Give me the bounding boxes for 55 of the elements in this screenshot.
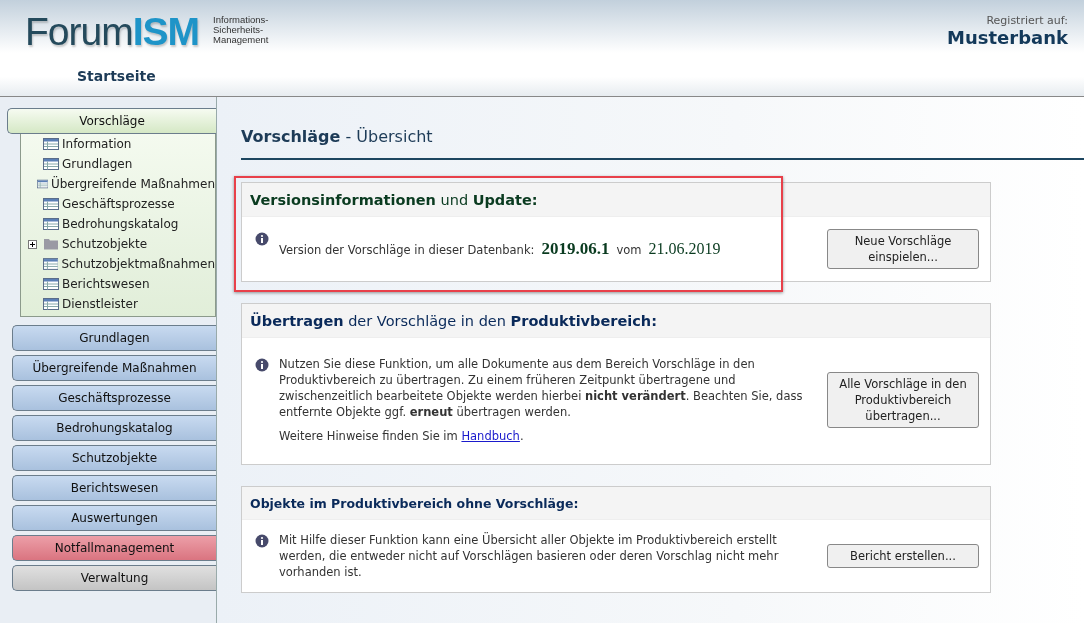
- sidebar-section-button[interactable]: Schutzobjekte: [12, 445, 216, 471]
- table-icon: [43, 298, 59, 310]
- description-text: Mit Hilfe dieser Funktion kann eine Übersicht aller Objekte im Produktivbereich erstellt werden, die entweder nicht auf Vorschlägen basieren oder deren Vorschlag nicht mehr vorhanden ist.: [279, 532, 780, 580]
- logo: ForumISM: [25, 10, 200, 54]
- page-title: Vorschläge: [241, 127, 341, 146]
- table-icon: [43, 138, 59, 150]
- submenu-item[interactable]: Dienstleister: [62, 297, 138, 311]
- hint-text: Weitere Hinweise finden Sie im Handbuch.: [279, 428, 525, 444]
- table-icon: [43, 158, 59, 170]
- home-link[interactable]: Startseite: [77, 68, 156, 84]
- action-button[interactable]: Bericht erstellen...: [827, 544, 979, 568]
- page-subtitle: - Übersicht: [345, 127, 433, 146]
- submenu-item[interactable]: Übergreifende Maßnahmen: [50, 177, 215, 191]
- panel-title: Objekte im Produktivbereich ohne Vorschläge:: [250, 496, 579, 511]
- tagline-text: Sicherheits-: [213, 25, 265, 35]
- manual-link[interactable]: Handbuch: [461, 429, 520, 443]
- sidebar-section-button[interactable]: Verwaltung: [12, 565, 216, 591]
- sidebar-section-button[interactable]: Vorschläge: [7, 108, 216, 134]
- tagline-text: Management: [213, 35, 269, 45]
- sidebar-section-button[interactable]: Auswertungen: [12, 505, 216, 531]
- version-date: 21.06.2019: [648, 240, 721, 258]
- action-button[interactable]: Alle Vorschläge in den Produktivbereich übertragen...: [827, 372, 979, 428]
- table-icon: [42, 258, 59, 270]
- table-icon: [43, 278, 59, 290]
- table-icon: [43, 198, 59, 210]
- panel-title: Versionsinformationen und Update:: [250, 192, 538, 208]
- info-icon: [255, 534, 269, 548]
- submenu-item[interactable]: Berichtswesen: [62, 277, 150, 291]
- sidebar-section-button[interactable]: Geschäftsprozesse: [12, 385, 216, 411]
- submenu-item[interactable]: Information: [62, 137, 132, 151]
- info-icon: [255, 232, 269, 246]
- sidebar-section-button[interactable]: Notfallmanagement: [12, 535, 216, 561]
- submenu-item[interactable]: Bedrohungskatalog: [62, 217, 179, 231]
- registered-label: Registriert auf:: [986, 14, 1068, 27]
- panel-title: Übertragen der Vorschläge in den Produktivbereich:: [250, 313, 657, 329]
- sidebar-section-button[interactable]: Grundlagen: [12, 325, 216, 351]
- submenu-item[interactable]: Geschäftsprozesse: [62, 197, 175, 211]
- sidebar-section-button[interactable]: Bedrohungskatalog: [12, 415, 216, 441]
- expand-icon[interactable]: [27, 239, 37, 249]
- submenu-item[interactable]: Schutzobjektmaßnahmen: [61, 257, 215, 271]
- version-label: Version der Vorschläge in dieser Datenbank:: [279, 243, 535, 257]
- date-label: vom: [616, 243, 642, 257]
- submenu-item[interactable]: Grundlagen: [62, 157, 133, 171]
- table-icon: [36, 178, 48, 190]
- info-icon: [255, 358, 269, 372]
- version-number: 2019.06.1: [541, 239, 610, 259]
- tagline-text: Informations-: [213, 15, 269, 25]
- sidebar-section-button[interactable]: Berichtswesen: [12, 475, 216, 501]
- sidebar-section-button[interactable]: Übergreifende Maßnahmen: [12, 355, 216, 381]
- folder-icon: [43, 238, 59, 250]
- registered-name: Musterbank: [947, 27, 1068, 48]
- action-button[interactable]: Neue Vorschläge einspielen...: [827, 229, 979, 269]
- description-text: Nutzen Sie diese Funktion, um alle Dokumente aus dem Bereich Vorschläge in den Produktivbereich zu übertragen. Zu einem früheren Zeitpunkt übertragene und zwischenzeitlich bearbeitete Objekte werden hierbei nicht verändert. Beachten Sie, dass entfernte Objekte ggf. erneut übertragen werden.: [279, 356, 804, 420]
- table-icon: [43, 218, 59, 230]
- submenu-item[interactable]: Schutzobjekte: [62, 237, 148, 251]
